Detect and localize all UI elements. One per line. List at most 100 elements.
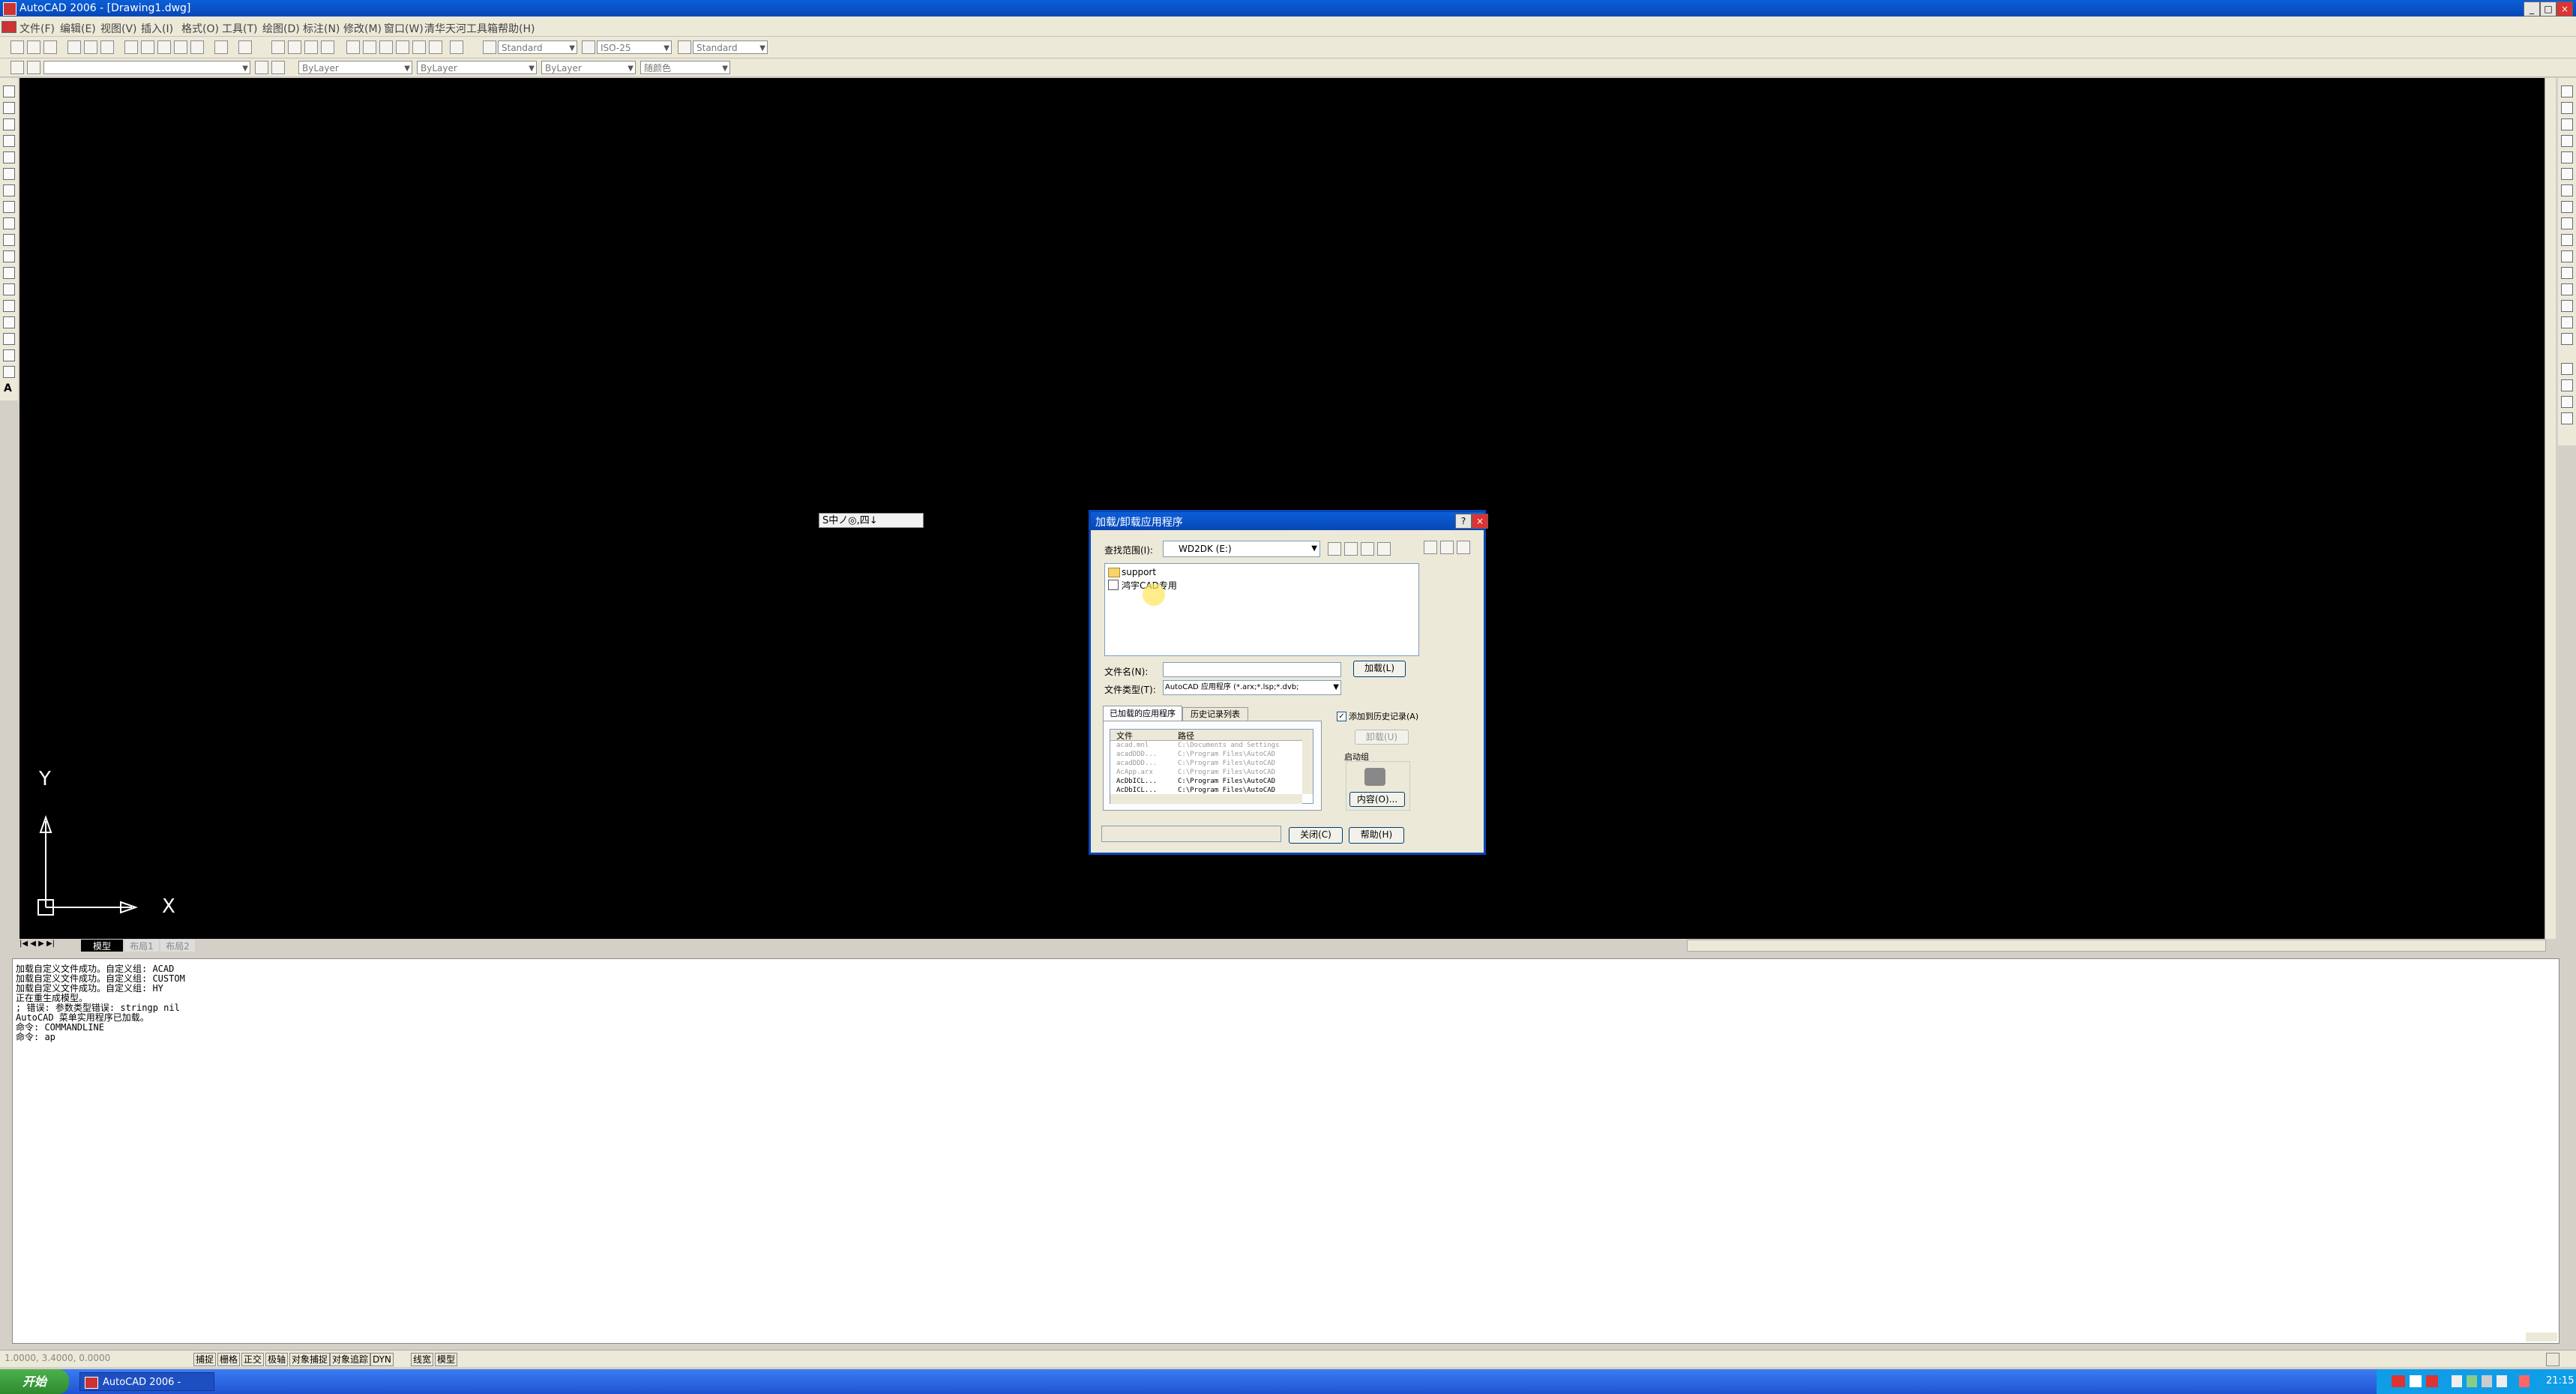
tab-model[interactable]: 模型: [81, 940, 123, 952]
table-row[interactable]: AcApp.arx C:\Program Files\AutoCAD: [1110, 769, 1302, 778]
text-style-icon[interactable]: [483, 40, 496, 54]
circle-icon[interactable]: [3, 184, 15, 196]
status-toggle[interactable]: 栅格: [217, 1353, 241, 1366]
redo-icon[interactable]: [238, 40, 252, 54]
table-style-icon[interactable]: [678, 40, 691, 54]
ellipse-arc-icon[interactable]: [3, 250, 15, 262]
arc-icon[interactable]: [3, 168, 15, 180]
antivirus-icon[interactable]: [2519, 1375, 2530, 1387]
color-select[interactable]: ByLayer ▼: [298, 61, 412, 74]
status-toggle[interactable]: 捕捉: [193, 1353, 217, 1366]
new-icon[interactable]: [10, 40, 24, 54]
unload-button[interactable]: 卸载(U): [1355, 730, 1409, 745]
add-history-checkbox[interactable]: ✓: [1337, 712, 1346, 721]
tool-palettes-icon[interactable]: [379, 40, 393, 54]
extend-icon[interactable]: [2561, 250, 2573, 262]
stretch-icon[interactable]: [2561, 217, 2573, 229]
volume-icon[interactable]: [2467, 1375, 2477, 1387]
details-view-icon[interactable]: [1440, 541, 1454, 554]
lookin-select[interactable]: WD2DK (E:) ▼: [1163, 541, 1320, 557]
polygon-icon[interactable]: [3, 135, 15, 147]
erase-icon[interactable]: [2561, 85, 2573, 97]
load-button[interactable]: 加载(L): [1353, 661, 1406, 677]
command-scroll[interactable]: [2526, 1333, 2557, 1342]
region-icon[interactable]: [3, 349, 15, 361]
open-icon[interactable]: [27, 40, 40, 54]
bring-front-icon[interactable]: [2561, 379, 2573, 391]
help-icon[interactable]: [450, 40, 463, 54]
menu-window[interactable]: 窗口(W): [384, 21, 424, 36]
make-current-icon[interactable]: [255, 61, 268, 74]
tab-history[interactable]: 历史记录列表: [1182, 707, 1248, 721]
tray-icon[interactable]: [2426, 1375, 2438, 1387]
dialog-help-button[interactable]: ?: [1455, 514, 1472, 529]
tab-loaded-apps[interactable]: 已加载的应用程序: [1103, 706, 1182, 721]
draw-order-icon[interactable]: [2561, 363, 2573, 375]
list-view-icon[interactable]: [1424, 541, 1437, 554]
table-row[interactable]: acadDDD... C:\Program Files\AutoCAD: [1110, 760, 1302, 769]
insert-block-icon[interactable]: [3, 267, 15, 279]
table-vscroll[interactable]: [1302, 730, 1313, 794]
table-row[interactable]: acad.mnl C:\Documents and Settings: [1110, 742, 1302, 751]
plotstyle-select[interactable]: 随颜色 ▼: [640, 61, 730, 74]
loaded-apps-table[interactable]: 文件 路径 acad.mnl C:\Documents and Settings a…: [1110, 729, 1313, 804]
close-dialog-button[interactable]: 关闭(C): [1289, 827, 1343, 844]
polyline-icon[interactable]: [3, 118, 15, 130]
paste-icon[interactable]: [157, 40, 171, 54]
new-folder-icon[interactable]: [1361, 542, 1374, 556]
quickcalc-icon[interactable]: [429, 40, 442, 54]
undo-icon[interactable]: [214, 40, 228, 54]
contents-button[interactable]: 内容(O)...: [1349, 792, 1405, 807]
status-toggle[interactable]: 极轴: [265, 1353, 289, 1366]
start-button[interactable]: 开始: [0, 1369, 69, 1394]
help-tray-icon[interactable]: [2410, 1375, 2422, 1387]
match-properties-icon[interactable]: [174, 40, 187, 54]
preview-icon[interactable]: [84, 40, 97, 54]
table-hscroll[interactable]: [1110, 794, 1302, 804]
tab-nav-arrows[interactable]: |◀ ◀ ▶ ▶|: [19, 940, 79, 952]
copy-icon[interactable]: [141, 40, 154, 54]
layer-previous-icon[interactable]: [271, 61, 285, 74]
app-icon[interactable]: [3, 2, 16, 16]
status-toggle[interactable]: 对象追踪: [330, 1353, 371, 1366]
chamfer-icon[interactable]: [2561, 300, 2573, 312]
spline-icon[interactable]: [3, 217, 15, 229]
updates-icon[interactable]: [2497, 1375, 2507, 1387]
tab-layout1[interactable]: 布局1: [124, 940, 159, 952]
revision-cloud-icon[interactable]: [3, 201, 15, 213]
table-row[interactable]: AcDbICL... C:\Program Files\AutoCAD: [1110, 778, 1302, 787]
menu-edit[interactable]: 编辑(E): [60, 21, 96, 36]
menu-help[interactable]: 帮助(H): [498, 21, 535, 36]
horizontal-scrollbar[interactable]: [1687, 940, 2546, 952]
comm-center-icon[interactable]: [2546, 1353, 2560, 1366]
linetype-select[interactable]: ByLayer ▼: [417, 61, 537, 74]
layer-manager-icon[interactable]: [10, 61, 24, 74]
plot-icon[interactable]: [67, 40, 81, 54]
views-icon[interactable]: [1377, 542, 1391, 556]
join-icon[interactable]: [2561, 283, 2573, 295]
table-icon[interactable]: [3, 366, 15, 378]
ime-toolbar[interactable]: S中ノ◎,四↓: [819, 513, 924, 528]
filename-input[interactable]: [1163, 662, 1341, 677]
maximize-button[interactable]: □: [2540, 1, 2557, 16]
table-style-select[interactable]: Standard ▼: [693, 40, 768, 54]
make-block-icon[interactable]: [3, 283, 15, 295]
lineweight-select[interactable]: ByLayer ▼: [541, 61, 636, 74]
minimize-button[interactable]: _: [2524, 1, 2540, 16]
status-toggle[interactable]: DYN: [370, 1353, 394, 1366]
menu-view[interactable]: 视图(V): [100, 21, 137, 36]
markup-icon[interactable]: [412, 40, 426, 54]
explode-icon[interactable]: [2561, 333, 2573, 345]
properties-icon[interactable]: [346, 40, 360, 54]
offset-icon[interactable]: [2561, 135, 2573, 147]
bring-above-icon[interactable]: [2561, 412, 2573, 424]
rotate-icon[interactable]: [2561, 184, 2573, 196]
scale-icon[interactable]: [2561, 201, 2573, 213]
mirror-icon[interactable]: [2561, 118, 2573, 130]
preview-view-icon[interactable]: [1457, 541, 1470, 554]
point-icon[interactable]: [3, 300, 15, 312]
dim-style-icon[interactable]: [582, 40, 595, 54]
designcenter-icon[interactable]: [363, 40, 376, 54]
send-back-icon[interactable]: [2561, 396, 2573, 408]
array-icon[interactable]: [2561, 151, 2573, 163]
